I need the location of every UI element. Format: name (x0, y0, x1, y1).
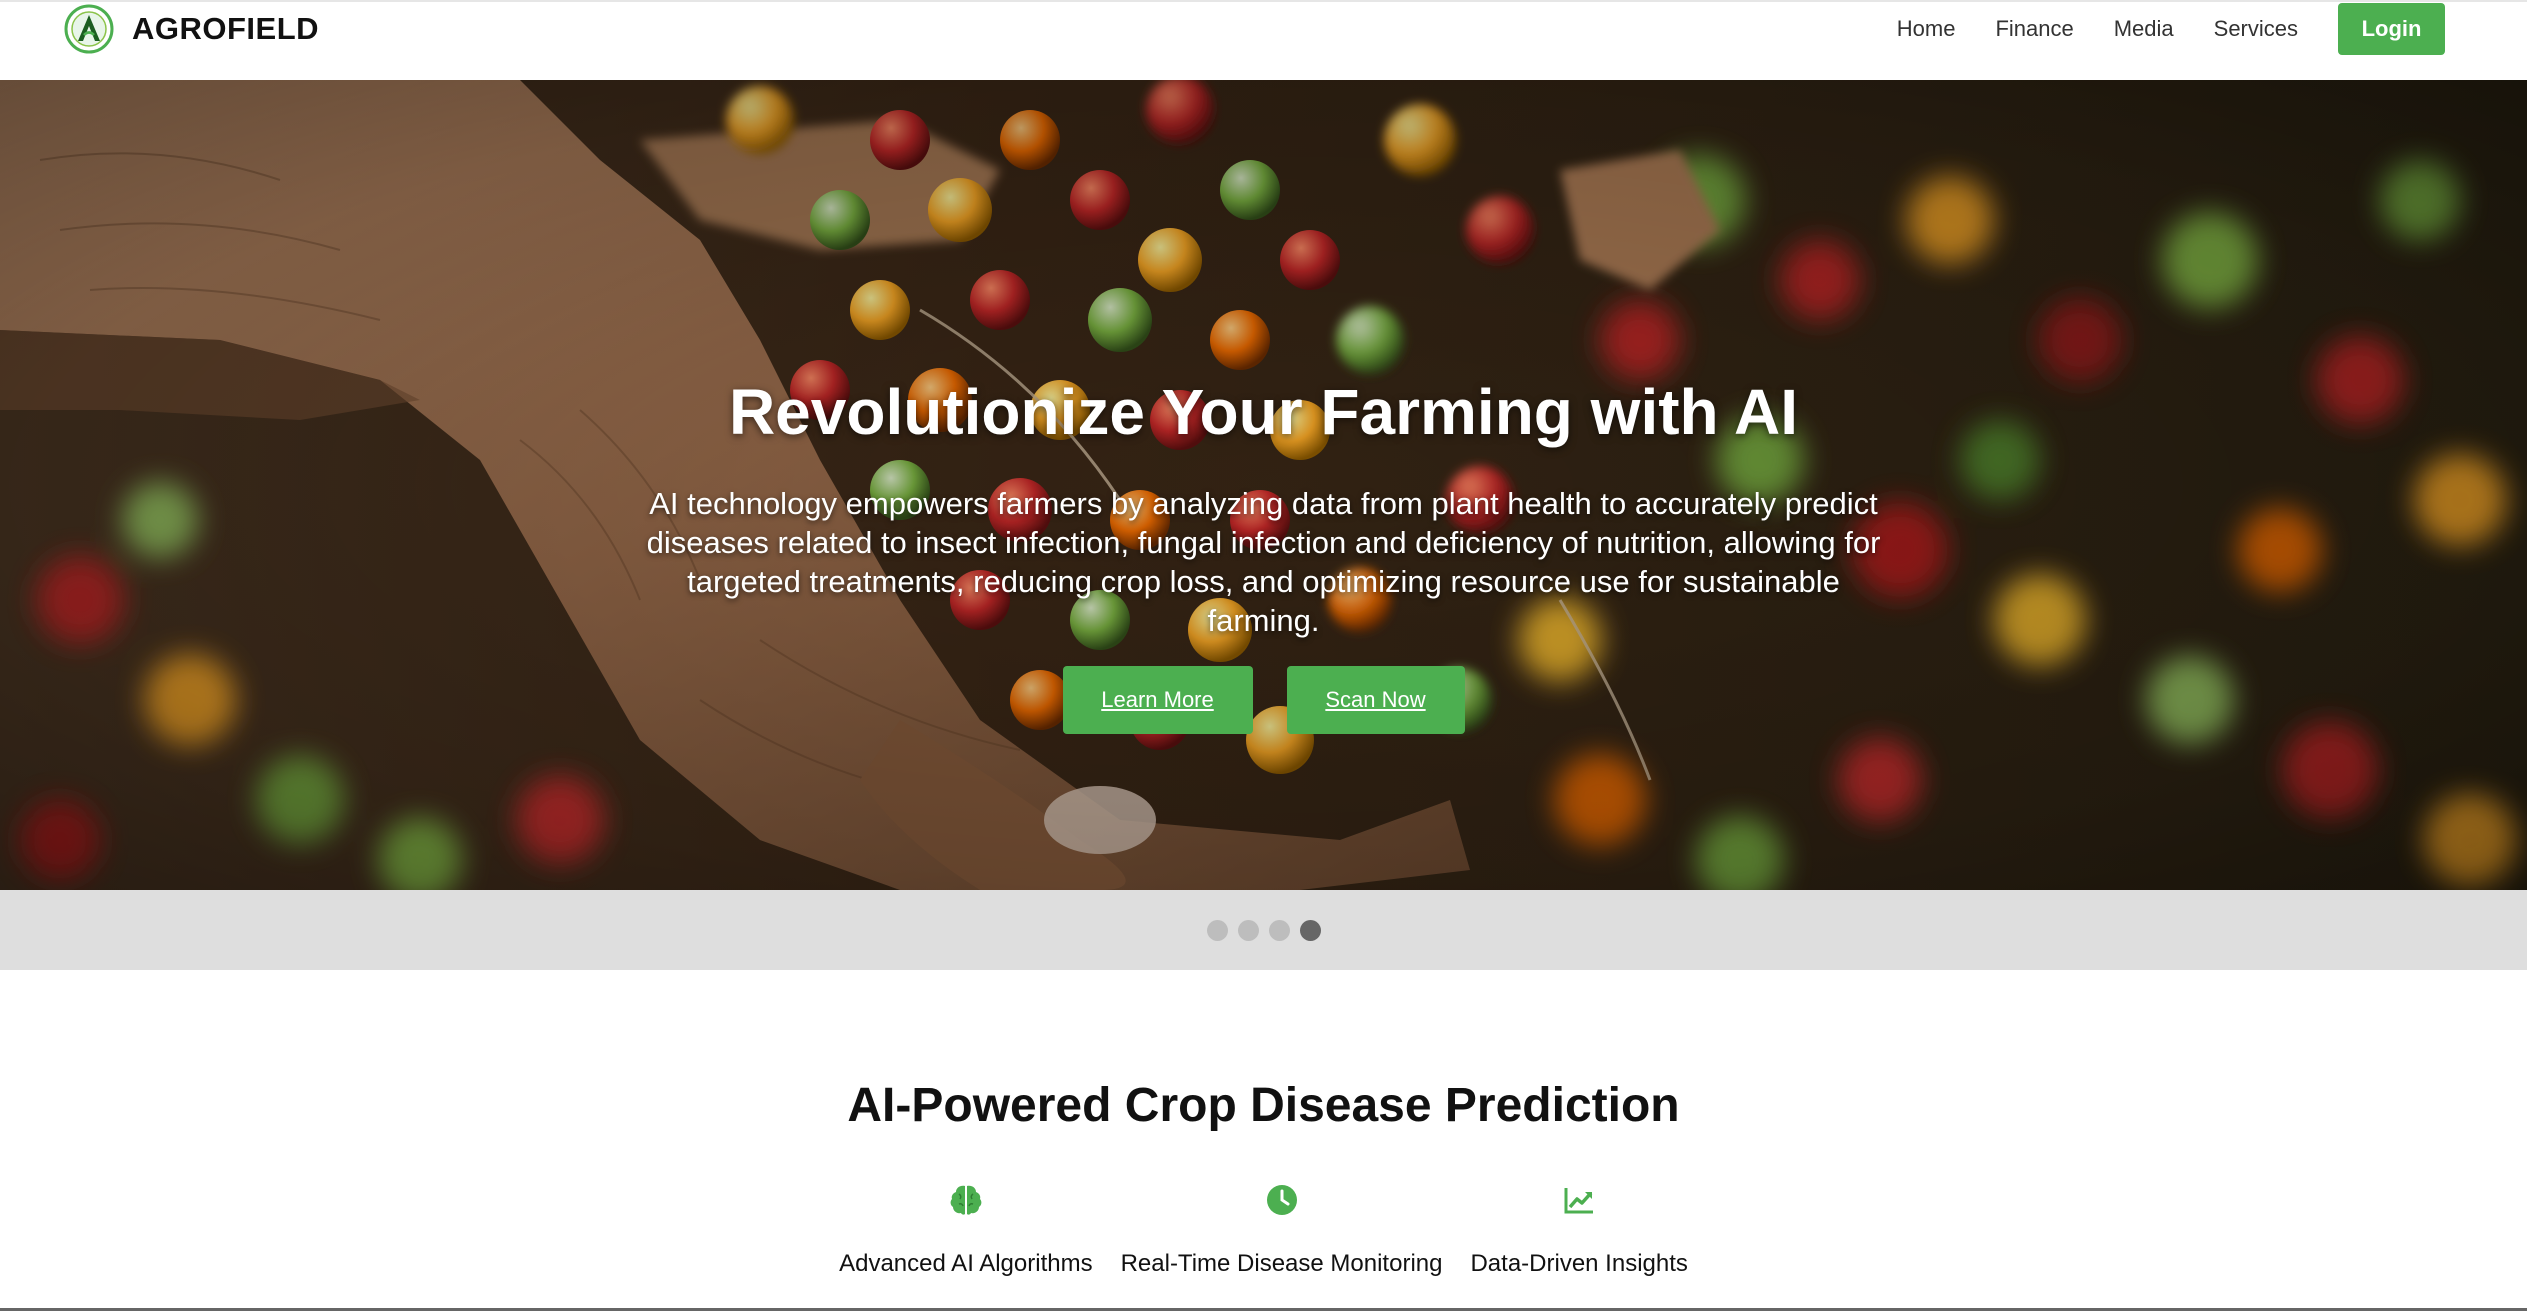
site-header: AGROFIELD Home Finance Media Services Lo… (0, 2, 2527, 80)
brain-icon (950, 1185, 982, 1215)
hero-buttons: Learn More Scan Now (0, 666, 2527, 734)
nav-services[interactable]: Services (2214, 16, 2298, 42)
features-title: AI-Powered Crop Disease Prediction (847, 1079, 1680, 1132)
feature-label: Data-Driven Insights (1470, 1250, 1688, 1277)
hero-content: Revolutionize Your Farming with AI AI te… (0, 380, 2527, 734)
nav-home[interactable]: Home (1897, 16, 1956, 42)
carousel-dot-2[interactable] (1237, 919, 1259, 941)
clock-icon (1266, 1185, 1297, 1215)
feature-advanced-ai: Advanced AI Algorithms (839, 1182, 1093, 1278)
nav-finance[interactable]: Finance (1995, 16, 2073, 42)
feature-data-driven-insights: Data-Driven Insights (1470, 1182, 1688, 1278)
carousel-dot-3[interactable] (1268, 919, 1290, 941)
agrofield-logo-icon (64, 4, 114, 54)
hero-title: Revolutionize Your Farming with AI (728, 376, 1799, 448)
features-list: Advanced AI Algorithms Real-Time Disease… (0, 1182, 2527, 1278)
carousel-indicators (0, 890, 2527, 970)
learn-more-button[interactable]: Learn More (1062, 666, 1253, 734)
hero-description: AI technology empowers farmers by analyz… (646, 486, 1881, 638)
feature-real-time-monitoring: Real-Time Disease Monitoring (1120, 1182, 1443, 1278)
feature-label: Real-Time Disease Monitoring (1120, 1250, 1443, 1277)
scan-now-button[interactable]: Scan Now (1286, 666, 1465, 734)
main-nav: Home Finance Media Services Login (1897, 2, 2445, 56)
hero-carousel: Revolutionize Your Farming with AI AI te… (0, 80, 2527, 890)
brand-name: AGROFIELD (132, 11, 320, 46)
carousel-dot-4[interactable] (1299, 919, 1321, 941)
chart-line-icon (1564, 1188, 1594, 1214)
feature-label: Advanced AI Algorithms (839, 1250, 1093, 1277)
nav-media[interactable]: Media (2114, 16, 2174, 42)
login-button[interactable]: Login (2338, 3, 2445, 55)
brand[interactable]: AGROFIELD (64, 2, 319, 56)
carousel-dot-1[interactable] (1206, 919, 1228, 941)
